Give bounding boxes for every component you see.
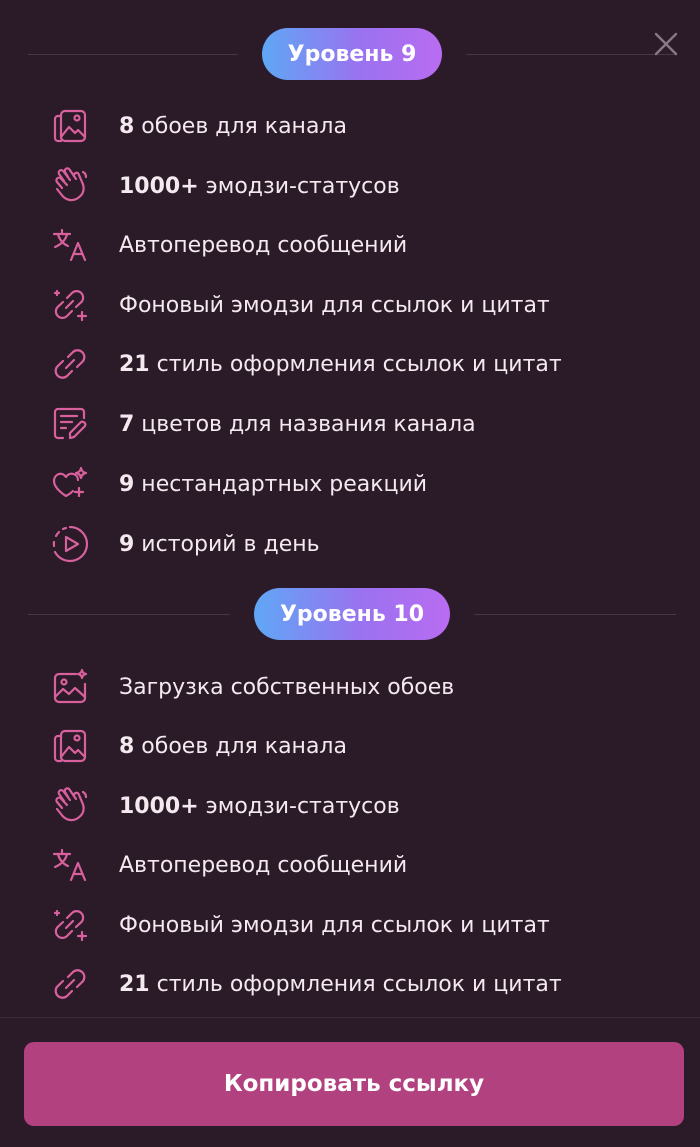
item-text: 8 обоев для канала [119, 113, 347, 139]
item-text: 1000+ эмодзи-статусов [119, 173, 400, 199]
item-text: Загрузка собственных обоев [119, 674, 455, 700]
item-text: Фоновый эмодзи для ссылок и цитат [119, 912, 550, 938]
divider [28, 613, 230, 615]
levels-list[interactable]: Уровень 9 8 обоев для канала 1000+ эмодз… [0, 0, 700, 1017]
list-item: Загрузка собственных обоев [48, 665, 668, 709]
link-sparkle-icon [48, 283, 92, 327]
wallpaper-icon [48, 104, 92, 148]
hand-wave-icon [48, 784, 92, 828]
list-item: 9 нестандартных реакций [48, 462, 668, 506]
item-text: Автоперевод сообщений [119, 852, 408, 878]
close-icon [654, 32, 678, 56]
list-item: 8 обоев для канала [48, 104, 668, 148]
list-item: Автоперевод сообщений [48, 843, 668, 887]
list-item: 8 обоев для канала [48, 724, 668, 768]
link-icon [48, 962, 92, 1006]
item-text: 9 историй в день [119, 531, 320, 557]
divider [28, 53, 238, 55]
list-item: Автоперевод сообщений [48, 223, 668, 267]
boost-levels-panel: Уровень 9 8 обоев для канала 1000+ эмодз… [0, 0, 700, 1147]
copy-link-button[interactable]: Копировать ссылку [24, 1042, 684, 1126]
list-item: Фоновый эмодзи для ссылок и цитат [48, 903, 668, 947]
custom-wallpaper-icon [48, 665, 92, 709]
link-sparkle-icon [48, 903, 92, 947]
footer-divider [0, 1017, 700, 1018]
divider [466, 53, 676, 55]
story-play-icon [48, 522, 92, 566]
item-text: 9 нестандартных реакций [119, 471, 428, 497]
list-item: 1000+ эмодзи-статусов [48, 164, 668, 208]
item-text: 21 стиль оформления ссылок и цитат [119, 351, 562, 377]
wallpaper-icon [48, 724, 92, 768]
level-header: Уровень 9 [28, 27, 676, 81]
translate-icon [48, 223, 92, 267]
level-badge: Уровень 9 [261, 28, 443, 80]
heart-sparkle-icon [48, 462, 92, 506]
edit-name-icon [48, 402, 92, 446]
list-item: Фоновый эмодзи для ссылок и цитат [48, 283, 668, 327]
item-text: Фоновый эмодзи для ссылок и цитат [119, 292, 550, 318]
item-text: 21 стиль оформления ссылок и цитат [119, 971, 562, 997]
list-item: 21 стиль оформления ссылок и цитат [48, 962, 668, 1006]
list-item: 9 историй в день [48, 522, 668, 566]
item-text: 1000+ эмодзи-статусов [119, 793, 400, 819]
level-header: Уровень 10 [28, 587, 676, 641]
divider [474, 613, 676, 615]
link-icon [48, 342, 92, 386]
item-text: Автоперевод сообщений [119, 232, 408, 258]
hand-wave-icon [48, 164, 92, 208]
item-text: 7 цветов для названия канала [119, 411, 476, 437]
level-badge: Уровень 10 [253, 588, 451, 640]
translate-icon [48, 843, 92, 887]
item-text: 8 обоев для канала [119, 733, 347, 759]
close-button[interactable] [650, 28, 682, 60]
list-item: 7 цветов для названия канала [48, 402, 668, 446]
list-item: 21 стиль оформления ссылок и цитат [48, 342, 668, 386]
list-item: 1000+ эмодзи-статусов [48, 784, 668, 828]
